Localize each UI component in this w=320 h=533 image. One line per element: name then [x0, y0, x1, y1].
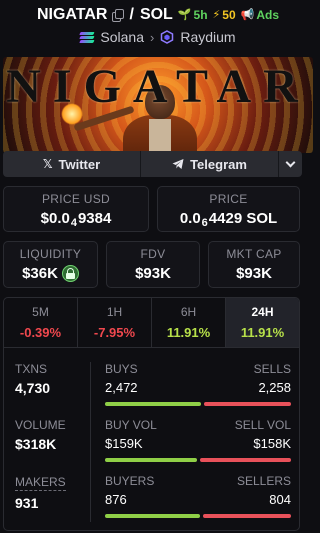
telegram-icon — [172, 159, 184, 169]
copy-icon[interactable] — [112, 9, 125, 22]
buyers-label: BUYERS — [105, 474, 155, 488]
quote-token-symbol: SOL — [139, 6, 173, 23]
boost-badge[interactable]: ⚡ 50 — [213, 8, 236, 22]
buy-volume-label: BUY VOL — [105, 418, 157, 432]
liquidity-label: LIQUIDITY — [19, 247, 82, 261]
tab-6h-label: 6H — [180, 305, 197, 319]
sellers-bar — [203, 514, 291, 518]
tab-5m[interactable]: 5M -0.39% — [4, 298, 78, 347]
buy-volume-value: $159K — [105, 436, 143, 451]
makers-ratio-bar — [105, 514, 291, 518]
breadcrumb: Solana › Raydium — [0, 27, 316, 47]
buyers-value: 876 — [105, 492, 127, 507]
solana-icon — [79, 31, 95, 43]
tab-1h[interactable]: 1H -7.95% — [78, 298, 152, 347]
volume-label: VOLUME — [15, 418, 66, 432]
txns-label: TXNS — [15, 362, 48, 376]
liquidity-card: LIQUIDITY $36K — [3, 241, 98, 288]
price-usd-label: PRICE USD — [41, 191, 111, 206]
price-native-label: PRICE — [209, 191, 248, 206]
tab-1h-change: -7.95% — [93, 325, 136, 340]
sell-volume-value: $158K — [253, 436, 291, 451]
ads-badge[interactable]: 📢 Ads — [241, 8, 279, 22]
price-usd-digits: 9384 — [77, 209, 112, 227]
sellers-label: SELLERS — [236, 474, 291, 488]
liquidity-value-row: $36K — [22, 265, 79, 282]
lock-icon[interactable] — [61, 265, 79, 282]
fdv-label: FDV — [140, 247, 166, 261]
sells-label: SELLS — [253, 362, 291, 376]
x-logo-icon: 𝕏 — [42, 157, 53, 171]
twitter-label: Twitter — [58, 156, 101, 172]
price-native-zero-count: 6 — [201, 216, 208, 229]
trade-stats-panel: TXNS 4,730 BUYS SELLS 2,472 2,258 VOLUME… — [3, 348, 300, 531]
token-banner-image: NIGATAR — [3, 57, 313, 153]
stats-row-makers: MAKERS 931 BUYERS SELLERS 876 804 — [4, 474, 301, 524]
fdv-value: $93K — [135, 265, 171, 282]
tab-6h-change: 11.91% — [166, 325, 211, 340]
tab-5m-change: -0.39% — [19, 325, 62, 340]
sell-volume-bar — [199, 458, 291, 462]
market-cap-card: MKT CAP $93K — [208, 241, 300, 288]
makers-value: 931 — [15, 495, 39, 511]
price-native-card: PRICE 0.0 6 4429 SOL — [157, 186, 300, 232]
chevron-right-icon: › — [150, 29, 155, 45]
twitter-button[interactable]: 𝕏 Twitter — [3, 151, 141, 177]
bolt-icon: ⚡ — [212, 8, 221, 21]
more-links-button[interactable] — [278, 151, 302, 177]
breadcrumb-chain[interactable]: Solana — [100, 29, 144, 45]
tab-6h[interactable]: 6H 11.91% — [152, 298, 226, 347]
stats-row-txns: TXNS 4,730 BUYS SELLS 2,472 2,258 — [4, 362, 301, 412]
tab-24h[interactable]: 24H 11.91% — [226, 298, 299, 347]
buyers-bar — [105, 514, 201, 518]
buys-value: 2,472 — [105, 380, 138, 395]
ads-label: Ads — [256, 8, 280, 22]
chevron-down-icon — [285, 157, 296, 167]
fdv-card: FDV $93K — [106, 241, 200, 288]
price-change-tabs: 5M -0.39% 1H -7.95% 6H 11.91% 24H 11.91% — [3, 297, 300, 348]
price-native-prefix: 0.0 — [179, 209, 201, 227]
volume-value: $318K — [15, 436, 57, 452]
txns-value: 4,730 — [15, 380, 51, 396]
stats-row-volume: VOLUME $318K BUY VOL SELL VOL $159K $158… — [4, 418, 301, 468]
sells-bar — [203, 402, 291, 406]
telegram-button[interactable]: Telegram — [141, 151, 278, 177]
sell-volume-label: SELL VOL — [234, 418, 291, 432]
tab-24h-label: 24H — [251, 305, 274, 319]
market-cap-value: $93K — [236, 265, 272, 282]
price-usd-value: $0.0 4 9384 — [40, 209, 112, 229]
banner-title: NIGATAR — [6, 60, 310, 113]
volume-ratio-bar — [105, 458, 291, 462]
buy-volume-bar — [105, 458, 197, 462]
pair-age-value: 5h — [193, 8, 208, 22]
breadcrumb-dex[interactable]: Raydium — [180, 29, 235, 45]
tab-1h-label: 1H — [106, 305, 123, 319]
tab-24h-change: 11.91% — [240, 325, 285, 340]
megaphone-icon: 📢 — [240, 8, 255, 21]
price-usd-zero-count: 4 — [70, 216, 77, 229]
base-token-symbol: NIGATAR — [36, 6, 108, 23]
makers-label[interactable]: MAKERS — [15, 475, 66, 491]
pair-age-badge: 🌱 5h — [178, 8, 208, 22]
pair-separator: / — [129, 6, 134, 23]
pair-header: NIGATAR / SOL 🌱 5h ⚡ 50 📢 Ads — [0, 4, 316, 26]
price-native-digits: 4429 SOL — [208, 209, 278, 227]
sells-value: 2,258 — [258, 380, 291, 395]
buys-label: BUYS — [105, 362, 138, 376]
market-cap-label: MKT CAP — [226, 247, 282, 261]
sellers-value: 804 — [269, 492, 291, 507]
telegram-label: Telegram — [190, 156, 247, 172]
seedling-icon: 🌱 — [177, 8, 192, 21]
raydium-icon — [160, 30, 174, 44]
txns-ratio-bar — [105, 402, 291, 406]
liquidity-value: $36K — [22, 265, 58, 282]
social-links-bar: 𝕏 Twitter Telegram — [3, 151, 302, 177]
tab-5m-label: 5M — [32, 305, 49, 319]
buys-bar — [105, 402, 201, 406]
boost-count: 50 — [222, 8, 236, 22]
price-usd-prefix: $0.0 — [40, 209, 70, 227]
price-native-value: 0.0 6 4429 SOL — [179, 209, 278, 229]
price-usd-card: PRICE USD $0.0 4 9384 — [3, 186, 149, 232]
